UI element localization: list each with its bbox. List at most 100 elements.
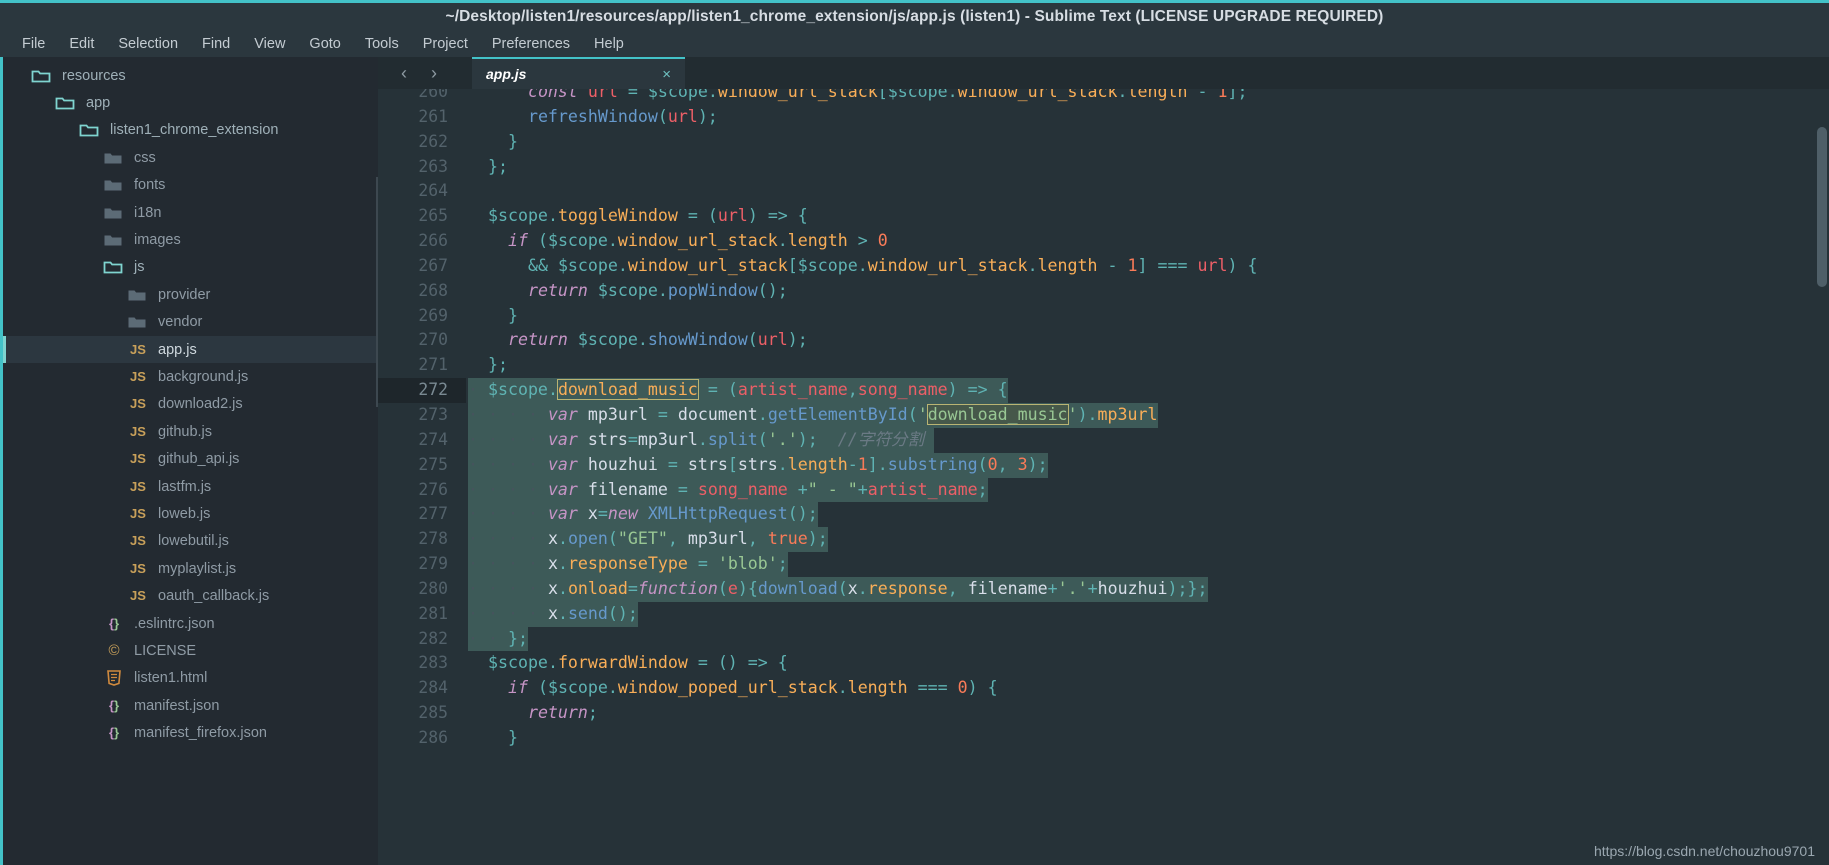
code-editor[interactable]: 260 const url = $scope.window_url_stack[… (378, 89, 1829, 865)
code-line[interactable]: 279 · · · · x.responseType = 'blob'; (378, 552, 1829, 577)
menu-item-project[interactable]: Project (411, 33, 480, 55)
chevron-right-icon[interactable]: › (424, 63, 444, 84)
tree-item-images[interactable]: images (3, 226, 378, 253)
tree-item-label: manifest_firefox.json (134, 725, 267, 742)
js-file-icon: JS (130, 368, 146, 384)
editor-vertical-scrollbar[interactable] (1817, 127, 1827, 287)
code-line[interactable]: 268 return $scope.popWindow(); (378, 279, 1829, 304)
line-number: 273 (418, 404, 448, 424)
code-line[interactable]: 286 } (378, 726, 1829, 751)
tree-item-label: background.js (158, 368, 249, 385)
sidebar-file-tree[interactable]: resources app listen1_chrome_extensioncss f… (0, 57, 378, 865)
code-line[interactable]: 273 · · · · var mp3url = document.getElem… (378, 402, 1829, 428)
code-line[interactable]: 261 refreshWindow(url); (378, 105, 1829, 130)
menu-item-file[interactable]: File (10, 33, 57, 55)
line-number: 261 (418, 106, 448, 126)
window-title: ~/Desktop/listen1/resources/app/listen1_… (445, 7, 1384, 25)
code-line[interactable]: 264 (378, 179, 1829, 204)
code-line-text: } (507, 727, 518, 747)
code-line[interactable]: 262 } (378, 130, 1829, 155)
js-file-icon: JS (130, 396, 146, 412)
code-line-text: return $scope.popWindow(); (527, 280, 788, 300)
code-line[interactable]: 260 const url = $scope.window_url_stack[… (378, 89, 1829, 105)
code-line[interactable]: 274 · · · · var strs=mp3url.split('.'); /… (378, 427, 1829, 453)
tree-item-i18n[interactable]: i18n (3, 199, 378, 226)
line-number: 267 (418, 255, 448, 275)
line-number: 277 (418, 504, 448, 524)
line-number: 284 (418, 678, 448, 698)
tree-item-label: listen1.html (134, 670, 208, 687)
tree-item-provider[interactable]: provider (3, 281, 378, 308)
tree-item-download2-js[interactable]: JS download2.js (3, 391, 378, 418)
menu-item-view[interactable]: View (242, 33, 297, 55)
code-line[interactable]: 284 if ($scope.window_poped_url_stack.le… (378, 676, 1829, 701)
tree-item-listen1-html[interactable]: listen1.html (3, 665, 378, 692)
tree-item-github-js[interactable]: JS github.js (3, 418, 378, 445)
line-number: 265 (418, 206, 448, 226)
code-line-text: · · · · var strs=mp3url.split('.'); //字符… (466, 427, 1829, 453)
code-line-text: && $scope.window_url_stack[$scope.window… (527, 255, 1258, 275)
tree-item-background-js[interactable]: JS background.js (3, 363, 378, 390)
code-line[interactable]: 282 · · }; (378, 626, 1829, 652)
line-number: 264 (418, 181, 448, 201)
code-line[interactable]: 263 }; (378, 155, 1829, 180)
code-line[interactable]: 275 · · · · var houzhui = strs[strs.lengt… (378, 452, 1829, 478)
tree-item-label: resources (62, 67, 126, 84)
code-line-text: return $scope.showWindow(url); (507, 330, 808, 350)
tree-item-fonts[interactable]: fonts (3, 172, 378, 199)
line-number: 279 (418, 554, 448, 574)
code-line[interactable]: 272 · $scope.download_music = (artist_nam… (378, 378, 1829, 403)
menu-item-help[interactable]: Help (582, 33, 636, 55)
folder-open-icon (31, 68, 53, 84)
folder-closed-icon (103, 150, 125, 166)
menu-item-preferences[interactable]: Preferences (480, 33, 582, 55)
menu-item-selection[interactable]: Selection (106, 33, 190, 55)
code-line[interactable]: 271 }; (378, 353, 1829, 378)
code-line[interactable]: 285 return; (378, 701, 1829, 726)
folder-open-icon (79, 122, 101, 138)
tree-item-js[interactable]: js (3, 254, 378, 281)
code-line[interactable]: 278 · · · · x.open("GET", mp3url, true); (378, 527, 1829, 553)
code-line-text: if ($scope.window_url_stack.length > 0 (507, 231, 888, 251)
tree-item-css[interactable]: css (3, 144, 378, 171)
code-line[interactable]: 269 } (378, 304, 1829, 329)
code-line[interactable]: 283 $scope.forwardWindow = () => { (378, 651, 1829, 676)
tree-item-vendor[interactable]: vendor (3, 309, 378, 336)
tree-item-license[interactable]: © LICENSE (3, 637, 378, 664)
tree-item-lastfm-js[interactable]: JS lastfm.js (3, 473, 378, 500)
line-number: 272 (378, 378, 466, 403)
tree-item-manifest-json[interactable]: {} manifest.json (3, 692, 378, 719)
tree-item-label: fonts (134, 177, 166, 194)
close-icon[interactable]: × (662, 66, 671, 83)
code-line[interactable]: 267 && $scope.window_url_stack[$scope.wi… (378, 254, 1829, 279)
code-line-text: · · · · x.responseType = 'blob'; (466, 552, 1829, 577)
tree-item-listen1-chrome-extension[interactable]: listen1_chrome_extension (3, 117, 378, 144)
tree-item-myplaylist-js[interactable]: JS myplaylist.js (3, 555, 378, 582)
code-line[interactable]: 276 · · · · var filename = song_name +" -… (378, 477, 1829, 503)
tree-item-resources[interactable]: resources (3, 62, 378, 89)
line-number: 270 (418, 330, 448, 350)
menu-item-find[interactable]: Find (190, 33, 242, 55)
code-line[interactable]: 265 $scope.toggleWindow = (url) => { (378, 204, 1829, 229)
code-line[interactable]: 266 if ($scope.window_url_stack.length >… (378, 229, 1829, 254)
tree-item-loweb-js[interactable]: JS loweb.js (3, 500, 378, 527)
menu-item-goto[interactable]: Goto (297, 33, 352, 55)
tree-item-app[interactable]: app (3, 89, 378, 116)
tab-app-js[interactable]: app.js × (472, 57, 685, 89)
tree-item-manifest-firefox-json[interactable]: {} manifest_firefox.json (3, 719, 378, 746)
code-line[interactable]: 281 · · · · x.send(); (378, 601, 1829, 627)
code-line[interactable]: 270 return $scope.showWindow(url); (378, 328, 1829, 353)
tree-item-label: listen1_chrome_extension (110, 122, 279, 139)
code-line[interactable]: 277 · · · · var x=new XMLHttpRequest(); (378, 502, 1829, 528)
tree-item-github-api-js[interactable]: JS github_api.js (3, 445, 378, 472)
code-line[interactable]: 280 · · · · x.onload=function(e){download… (378, 576, 1829, 602)
tree-item-lowebutil-js[interactable]: JS lowebutil.js (3, 528, 378, 555)
menu-item-tools[interactable]: Tools (353, 33, 411, 55)
tree-item-oauth-callback-js[interactable]: JS oauth_callback.js (3, 582, 378, 609)
tree-item-label: lowebutil.js (158, 533, 229, 550)
chevron-left-icon[interactable]: ‹ (394, 63, 414, 84)
menu-item-edit[interactable]: Edit (57, 33, 106, 55)
line-number: 271 (418, 355, 448, 375)
tree-item-app-js[interactable]: JS app.js (3, 335, 378, 364)
tree-item-eslintrc-json[interactable]: {} .eslintrc.json (3, 610, 378, 637)
